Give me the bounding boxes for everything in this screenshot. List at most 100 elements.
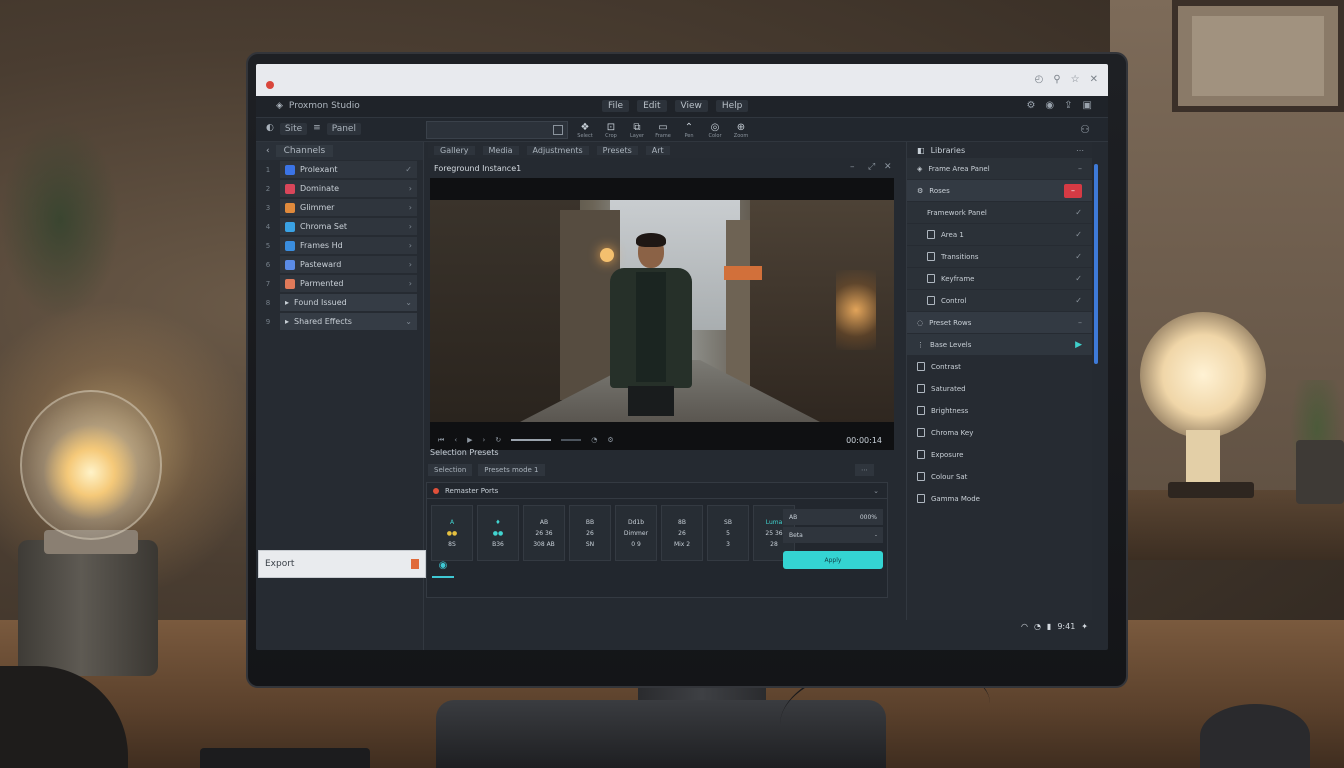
library-row[interactable]: Gamma Mode — [907, 488, 1092, 509]
close-icon[interactable]: ✕ — [1090, 74, 1098, 85]
library-row[interactable]: Framework Panel ✓ — [907, 202, 1092, 223]
channel-row[interactable]: 6 Pasteward › — [256, 255, 423, 274]
minus-icon[interactable]: – — [1078, 318, 1082, 327]
loop-icon[interactable]: ↻ — [495, 436, 501, 444]
pen-tool-button[interactable]: ⌃ Pen — [678, 120, 700, 140]
library-row[interactable]: Transitions ✓ — [907, 246, 1092, 267]
library-row[interactable]: ◈ Frame Area Panel – — [907, 158, 1092, 179]
close-icon[interactable]: ✕ — [884, 162, 892, 172]
tab-presets[interactable]: Presets — [596, 145, 638, 155]
wifi-icon[interactable]: ◠ — [1021, 622, 1028, 631]
group-row[interactable]: 9 ▸ Shared Effects ⌄ — [256, 312, 423, 331]
group-row[interactable]: 8 ▸ Found Issued ⌄ — [256, 293, 423, 312]
menu-edit[interactable]: Edit — [637, 100, 667, 112]
minimize-icon[interactable]: – — [850, 162, 855, 172]
channel-item[interactable]: Frames Hd › — [280, 237, 417, 254]
library-row[interactable]: Contrast — [907, 356, 1092, 377]
library-row[interactable]: Chroma Key — [907, 422, 1092, 443]
browser-tab[interactable] — [266, 78, 526, 92]
more-icon[interactable]: ⋯ — [1076, 146, 1084, 155]
property-row[interactable]: Beta - — [783, 527, 883, 543]
expand-icon[interactable]: ⤢ — [868, 162, 875, 172]
tab-gallery[interactable]: Gallery — [434, 145, 475, 155]
mouse — [1200, 704, 1310, 768]
tab-media[interactable]: Media — [482, 145, 519, 155]
taskbar-app-icon[interactable]: ◉ — [432, 554, 454, 578]
library-row[interactable]: Saturated — [907, 378, 1092, 399]
prev-frame-icon[interactable]: ⏮ — [438, 436, 444, 445]
library-row[interactable]: Brightness — [907, 400, 1092, 421]
notification-icon[interactable]: ✦ — [1081, 622, 1088, 631]
taskbar-window[interactable]: Export — [258, 550, 426, 578]
channel-row[interactable]: 7 Parmented › — [256, 274, 423, 293]
menu-view[interactable]: View — [674, 100, 708, 112]
window-close-icon[interactable] — [411, 559, 419, 569]
library-row[interactable]: ⋮ Base Levels ▶ — [907, 334, 1092, 355]
sound-icon[interactable]: ◔ — [1034, 622, 1041, 631]
options-icon[interactable]: ⋯ — [855, 464, 874, 476]
collapse-icon[interactable]: ‹ — [266, 146, 270, 156]
extension-icon[interactable]: ⚲ — [1053, 74, 1060, 85]
channel-item[interactable]: Parmented › — [280, 275, 417, 292]
channel-item[interactable]: Pasteward › — [280, 256, 417, 273]
history-icon[interactable]: ◴ — [1035, 74, 1044, 85]
select-tool-button[interactable]: ❖ Select — [574, 120, 596, 140]
play-icon[interactable]: ▶ — [1075, 340, 1082, 350]
step-back-icon[interactable]: ‹ — [454, 436, 457, 444]
search-input[interactable] — [426, 121, 568, 139]
library-row[interactable]: Area 1 ✓ — [907, 224, 1092, 245]
plant-left — [0, 120, 120, 320]
library-row[interactable]: Keyframe ✓ — [907, 268, 1092, 289]
minimize-icon[interactable]: ▣ — [1083, 100, 1092, 111]
group-item[interactable]: ▸ Shared Effects ⌄ — [280, 313, 417, 330]
minus-icon[interactable]: – — [1078, 164, 1082, 173]
channel-row[interactable]: 4 Chroma Set › — [256, 217, 423, 236]
panel-button[interactable]: Panel — [326, 123, 361, 135]
scrub-bar-remaining[interactable] — [561, 439, 582, 441]
bookmark-icon[interactable]: ☆ — [1071, 74, 1080, 85]
zoom-tool-button[interactable]: ⊕ Zoom — [730, 120, 752, 140]
channel-item[interactable]: Chroma Set › — [280, 218, 417, 235]
group-item[interactable]: ▸ Found Issued ⌄ — [280, 294, 417, 311]
library-row[interactable]: Control ✓ — [907, 290, 1092, 311]
tab-presets-mode[interactable]: Presets mode 1 — [478, 464, 545, 476]
settings-icon[interactable]: ⚙ — [607, 436, 613, 444]
library-row-selected[interactable]: ⚙ Roses – — [907, 180, 1092, 201]
list-icon[interactable]: ≡ — [313, 123, 321, 135]
volume-icon[interactable]: ◔ — [591, 436, 597, 444]
battery-icon[interactable]: ▮ — [1047, 622, 1051, 631]
property-row[interactable]: AB 000% — [783, 509, 883, 525]
user-icon[interactable]: ⚇ — [1080, 123, 1090, 136]
step-forward-icon[interactable]: › — [483, 436, 486, 444]
tab-selection[interactable]: Selection — [428, 464, 473, 476]
play-icon[interactable]: ▶ — [467, 436, 472, 444]
menu-help[interactable]: Help — [715, 100, 749, 112]
back-icon[interactable]: ◐ — [266, 123, 274, 135]
color-tool-button[interactable]: ◎ Color — [704, 120, 726, 140]
channel-item[interactable]: Prolexant ✓ — [280, 161, 417, 178]
right-panel-scrollbar[interactable] — [1094, 164, 1098, 364]
channel-row[interactable]: 3 Glimmer › — [256, 198, 423, 217]
tab-adjustments[interactable]: Adjustments — [526, 145, 589, 155]
remove-button[interactable]: – — [1064, 183, 1082, 198]
channel-item[interactable]: Dominate › — [280, 180, 417, 197]
settings-icon[interactable]: ⚙ — [1026, 100, 1035, 111]
layer-tool-button[interactable]: ⧉ Layer — [626, 120, 648, 140]
scrub-bar[interactable] — [511, 439, 552, 441]
channel-row[interactable]: 2 Dominate › — [256, 179, 423, 198]
video-preview[interactable] — [430, 178, 894, 450]
menu-file[interactable]: File — [602, 100, 630, 112]
tab-art[interactable]: Art — [645, 145, 670, 155]
library-section-row[interactable]: ◌ Preset Rows – — [907, 312, 1092, 333]
help-icon[interactable]: ◉ — [1045, 100, 1054, 111]
crop-tool-button[interactable]: ⊡ Crop — [600, 120, 622, 140]
site-button[interactable]: Site — [279, 123, 308, 135]
frame-tool-button[interactable]: ▭ Frame — [652, 120, 674, 140]
channel-row[interactable]: 5 Frames Hd › — [256, 236, 423, 255]
library-row[interactable]: Colour Sat — [907, 466, 1092, 487]
chevron-down-icon[interactable]: ⌄ — [873, 487, 879, 495]
channel-row[interactable]: 1 Prolexant ✓ — [256, 160, 423, 179]
channel-item[interactable]: Glimmer › — [280, 199, 417, 216]
library-row[interactable]: Exposure — [907, 444, 1092, 465]
share-icon[interactable]: ⇪ — [1064, 100, 1072, 111]
